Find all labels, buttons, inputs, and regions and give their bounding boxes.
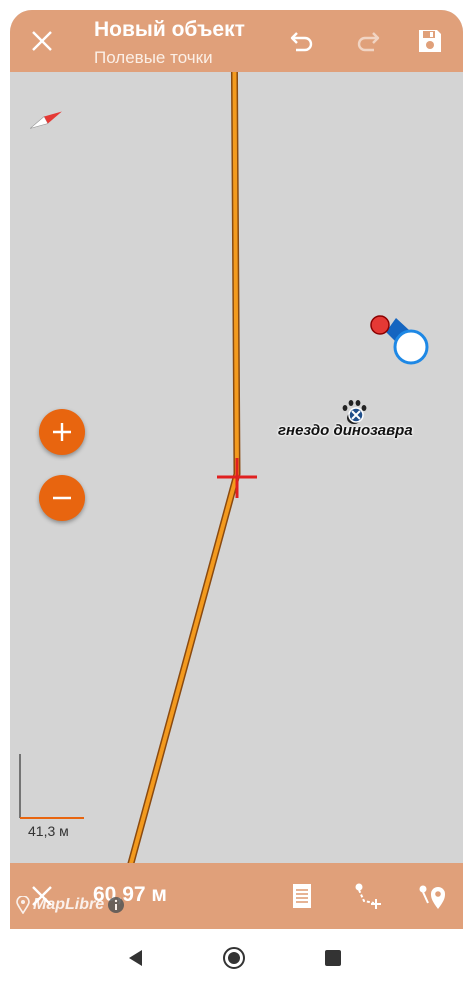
page-title: Новый объект [94,18,245,41]
scale-label: 41,3 м [28,823,69,839]
redo-icon [357,32,380,52]
maplibre-attribution[interactable]: MapLibre [16,896,125,914]
maplibre-logo-icon [16,896,30,914]
add-vertex-icon [355,883,381,909]
map-canvas [19,72,429,863]
page-subtitle: Полевые точки [94,48,213,67]
locate-button[interactable] [412,879,452,913]
app-screen: гнездо динозавра 41,3 м Новый объект Пол… [10,10,463,929]
info-icon[interactable] [107,896,125,914]
poi-label: гнездо динозавра [278,422,413,439]
attributes-button[interactable] [284,879,320,913]
close-button[interactable] [24,24,60,58]
recents-square-icon [325,950,341,966]
back-triangle-icon [129,950,142,966]
scale-bar [19,754,84,819]
close-icon [32,31,52,51]
top-app-bar: Новый объект Полевые точки [10,10,463,72]
add-vertex-button[interactable] [348,879,388,913]
back-nav-button[interactable] [120,943,152,973]
crosshair-cursor [217,458,257,498]
track-line-outline [127,72,241,863]
map-view[interactable]: гнездо динозавра 41,3 м [10,72,463,863]
undo-icon [290,32,313,52]
minus-icon [53,496,71,500]
home-nav-button[interactable] [218,942,250,974]
location-marker[interactable] [370,315,429,365]
plus-icon [53,423,71,441]
recents-nav-button[interactable] [318,943,348,973]
redo-button[interactable] [350,24,386,58]
paw-poi-icon[interactable] [342,400,367,424]
save-icon [419,30,441,52]
list-icon [293,884,311,908]
compass-icon[interactable] [28,108,64,132]
zoom-in-button[interactable] [39,409,85,455]
undo-button[interactable] [284,24,320,58]
location-pin-icon [419,885,445,909]
maplibre-attribution-text: MapLibre [33,896,105,913]
track-line [128,72,239,863]
zoom-out-button[interactable] [39,475,85,521]
save-button[interactable] [412,24,448,58]
system-nav-bar [0,929,472,986]
home-circle-icon [223,947,245,969]
